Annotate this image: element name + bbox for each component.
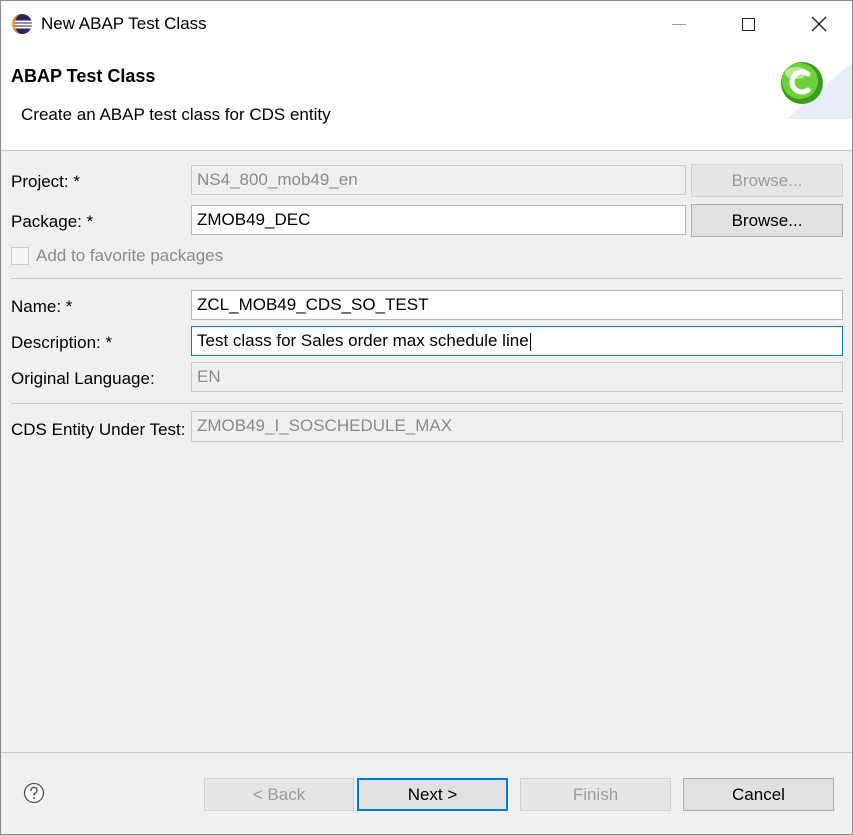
page-description: Create an ABAP test class for CDS entity (21, 105, 331, 124)
help-icon[interactable] (23, 782, 45, 804)
description-field[interactable]: Test class for Sales order max schedule … (191, 326, 843, 356)
favorites-label: Add to favorite packages (36, 246, 224, 265)
dialog-window: New ABAP Test Class ABAP Test Class Crea… (0, 0, 853, 835)
section-divider (11, 278, 843, 279)
close-button[interactable] (796, 1, 842, 47)
footer-divider (1, 752, 852, 753)
maximize-icon (741, 17, 755, 31)
cds-entity-label: CDS Entity Under Test: (11, 420, 186, 439)
finish-button: Finish (520, 778, 671, 811)
language-label: Original Language: (11, 369, 155, 388)
package-label: Package: * (11, 212, 94, 231)
cds-entity-field: ZMOB49_I_SOSCHEDULE_MAX (191, 411, 843, 442)
maximize-button[interactable] (725, 1, 771, 47)
back-button: < Back (204, 778, 354, 811)
close-icon (811, 16, 827, 32)
package-browse-button[interactable]: Browse... (691, 204, 843, 237)
page-title: ABAP Test Class (11, 66, 156, 86)
section-divider-2 (11, 403, 843, 404)
favorites-checkbox (11, 247, 29, 265)
title-bar: New ABAP Test Class (1, 1, 852, 47)
minimize-icon (672, 23, 686, 25)
name-field[interactable]: ZCL_MOB49_CDS_SO_TEST (191, 290, 843, 320)
window-title: New ABAP Test Class (41, 14, 207, 33)
project-browse-button: Browse... (691, 164, 843, 197)
abap-class-wizard-icon (781, 62, 852, 119)
next-button[interactable]: Next > (357, 778, 508, 811)
cancel-button[interactable]: Cancel (683, 778, 834, 811)
description-value: Test class for Sales order max schedule … (197, 331, 529, 350)
name-label: Name: * (11, 297, 73, 316)
favorites-row: Add to favorite packages (11, 246, 223, 266)
wizard-header: ABAP Test Class Create an ABAP test clas… (1, 47, 852, 151)
description-label: Description: * (11, 333, 113, 352)
language-field: EN (191, 362, 843, 392)
text-cursor (529, 332, 531, 351)
project-label: Project: * (11, 172, 80, 191)
package-field[interactable]: ZMOB49_DEC (191, 205, 686, 235)
eclipse-icon (12, 14, 32, 34)
project-field: NS4_800_mob49_en (191, 165, 686, 195)
minimize-button[interactable] (656, 1, 702, 47)
